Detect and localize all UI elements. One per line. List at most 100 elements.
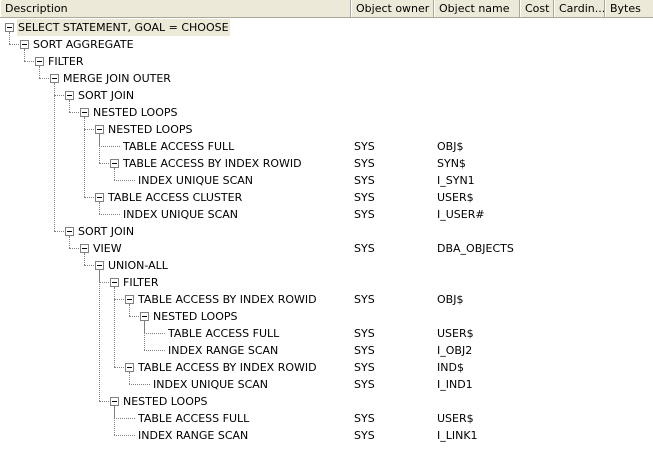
plan-row-object-owner: SYS [354,191,375,204]
plan-row-description: SORT AGGREGATE [33,38,134,51]
column-header-cardinality[interactable]: Cardin... [554,0,605,17]
plan-row[interactable]: SORT JOIN [0,223,653,240]
plan-row-description: NESTED LOOPS [123,395,208,408]
column-header-bytes[interactable]: Bytes [605,0,653,17]
collapse-toggle-icon[interactable] [125,295,134,304]
collapse-toggle-icon[interactable] [110,278,119,287]
plan-row[interactable]: NESTED LOOPS [0,308,653,325]
plan-row-object-name: USER$ [437,327,474,340]
plan-row-object-name: DBA_OBJECTS [437,242,514,255]
plan-row[interactable]: INDEX UNIQUE SCAN SYS I_IND1 [0,376,653,393]
plan-row[interactable]: TABLE ACCESS BY INDEX ROWID SYS OBJ$ [0,291,653,308]
plan-row-description: TABLE ACCESS FULL [138,412,250,425]
collapse-toggle-icon[interactable] [95,125,104,134]
collapse-toggle-icon[interactable] [95,193,104,202]
plan-row-object-name: SYN$ [437,157,466,170]
collapse-toggle-icon[interactable] [35,57,44,66]
plan-row[interactable]: TABLE ACCESS FULL SYS OBJ$ [0,138,653,155]
plan-row[interactable]: NESTED LOOPS [0,393,653,410]
plan-row-description: MERGE JOIN OUTER [63,72,171,85]
plan-row-object-owner: SYS [354,293,375,306]
plan-row[interactable]: NESTED LOOPS [0,121,653,138]
execution-plan-tree[interactable]: SELECT STATEMENT, GOAL = CHOOSE SORT AGGR… [0,19,653,456]
plan-row-object-name: OBJ$ [437,140,464,153]
plan-row-object-name: I_OBJ2 [437,344,473,357]
plan-row[interactable]: INDEX RANGE SCAN SYS I_OBJ2 [0,342,653,359]
plan-row-description: NESTED LOOPS [108,123,193,136]
collapse-toggle-icon[interactable] [80,108,89,117]
plan-row-object-name: I_LINK1 [437,429,478,442]
collapse-toggle-icon[interactable] [110,159,119,168]
collapse-toggle-icon[interactable] [50,74,59,83]
column-header-bar: Description Object owner Object name Cos… [0,0,653,18]
plan-row-object-name: I_USER# [437,208,485,221]
plan-row-description: TABLE ACCESS BY INDEX ROWID [123,157,302,170]
plan-row-object-owner: SYS [354,429,375,442]
plan-row-description: INDEX RANGE SCAN [138,429,249,442]
plan-row[interactable]: TABLE ACCESS CLUSTER SYS USER$ [0,189,653,206]
plan-row-description: TABLE ACCESS BY INDEX ROWID [138,293,317,306]
collapse-toggle-icon[interactable] [95,261,104,270]
plan-row[interactable]: SELECT STATEMENT, GOAL = CHOOSE [0,19,653,36]
plan-row[interactable]: TABLE ACCESS FULL SYS USER$ [0,325,653,342]
plan-row-object-owner: SYS [354,140,375,153]
plan-row-description: TABLE ACCESS BY INDEX ROWID [138,361,317,374]
plan-row-object-owner: SYS [354,361,375,374]
plan-row-object-name: USER$ [437,191,474,204]
collapse-toggle-icon[interactable] [5,23,14,32]
plan-row-description: INDEX UNIQUE SCAN [138,174,254,187]
plan-row[interactable]: TABLE ACCESS BY INDEX ROWID SYS IND$ [0,359,653,376]
plan-row[interactable]: INDEX UNIQUE SCAN SYS I_USER# [0,206,653,223]
plan-row[interactable]: FILTER [0,274,653,291]
plan-row-description: FILTER [123,276,159,289]
column-header-object-owner[interactable]: Object owner [351,0,434,17]
plan-row-object-owner: SYS [354,242,375,255]
plan-row-object-name: USER$ [437,412,474,425]
plan-row-description: INDEX RANGE SCAN [168,344,279,357]
plan-row-description: INDEX UNIQUE SCAN [123,208,239,221]
plan-row-description: NESTED LOOPS [153,310,238,323]
plan-row-description: TABLE ACCESS FULL [168,327,280,340]
collapse-toggle-icon[interactable] [110,397,119,406]
plan-row-object-name: I_SYN1 [437,174,475,187]
plan-row-description: FILTER [48,55,84,68]
plan-row[interactable]: SORT AGGREGATE [0,36,653,53]
plan-row-object-owner: SYS [354,157,375,170]
collapse-toggle-icon[interactable] [125,363,134,372]
plan-row-object-owner: SYS [354,412,375,425]
plan-row[interactable]: SORT JOIN [0,87,653,104]
plan-row-object-owner: SYS [354,378,375,391]
collapse-toggle-icon[interactable] [20,40,29,49]
plan-row-description: SELECT STATEMENT, GOAL = CHOOSE [17,19,230,36]
plan-row-description: INDEX UNIQUE SCAN [153,378,269,391]
plan-row-object-owner: SYS [354,174,375,187]
column-header-description[interactable]: Description [0,0,351,17]
collapse-toggle-icon[interactable] [140,312,149,321]
collapse-toggle-icon[interactable] [80,244,89,253]
plan-row-description: TABLE ACCESS CLUSTER [108,191,243,204]
plan-row[interactable]: INDEX UNIQUE SCAN SYS I_SYN1 [0,172,653,189]
plan-row[interactable]: NESTED LOOPS [0,104,653,121]
plan-row-object-name: IND$ [437,361,464,374]
column-header-object-name[interactable]: Object name [434,0,520,17]
plan-row-description: SORT JOIN [78,89,135,102]
plan-row-object-owner: SYS [354,208,375,221]
plan-row[interactable]: TABLE ACCESS FULL SYS USER$ [0,410,653,427]
plan-row-object-name: OBJ$ [437,293,464,306]
plan-row-description: NESTED LOOPS [93,106,178,119]
plan-row[interactable]: UNION-ALL [0,257,653,274]
plan-row-description: TABLE ACCESS FULL [123,140,235,153]
plan-row-description: VIEW [93,242,122,255]
plan-row-description: SORT JOIN [78,225,135,238]
plan-row[interactable]: FILTER [0,53,653,70]
plan-row[interactable]: MERGE JOIN OUTER [0,70,653,87]
collapse-toggle-icon[interactable] [65,227,74,236]
plan-row-object-owner: SYS [354,344,375,357]
column-header-cost[interactable]: Cost [520,0,554,17]
plan-row[interactable]: INDEX RANGE SCAN SYS I_LINK1 [0,427,653,444]
plan-row[interactable]: TABLE ACCESS BY INDEX ROWID SYS SYN$ [0,155,653,172]
plan-row[interactable]: VIEW SYS DBA_OBJECTS [0,240,653,257]
plan-row-object-name: I_IND1 [437,378,473,391]
plan-row-object-owner: SYS [354,327,375,340]
collapse-toggle-icon[interactable] [65,91,74,100]
